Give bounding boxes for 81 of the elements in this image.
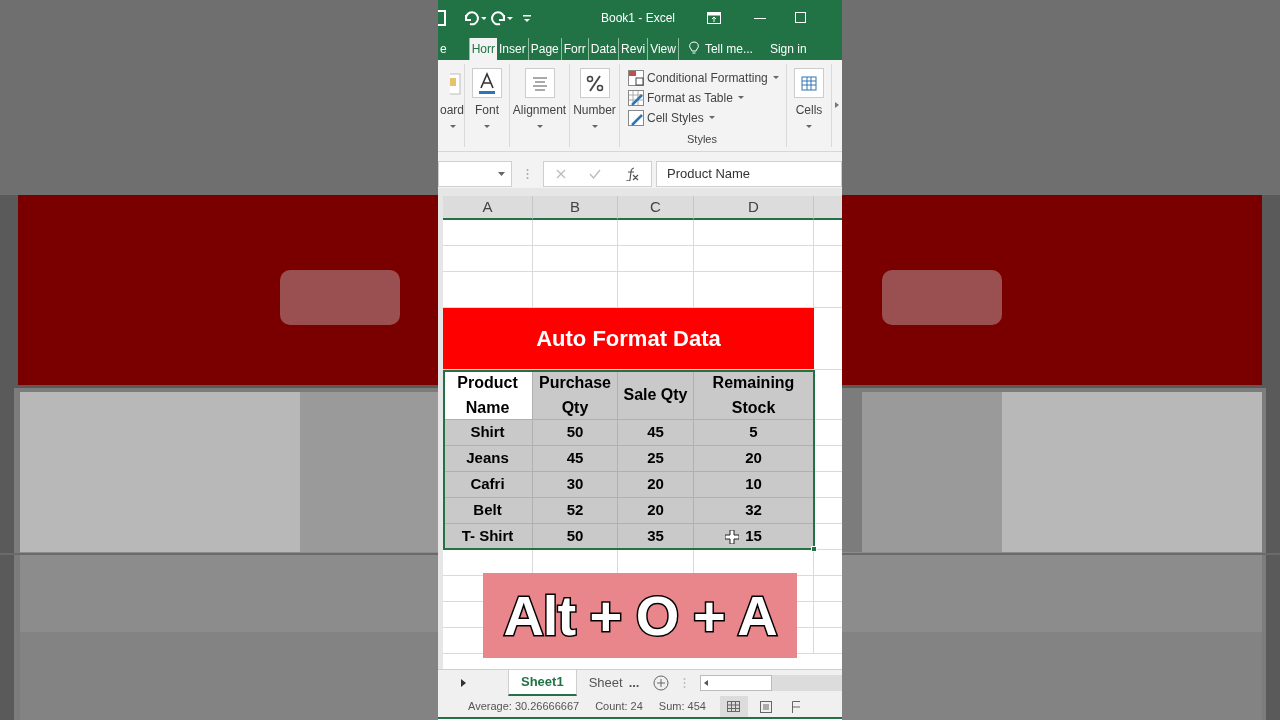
maximize-icon[interactable] [795,11,808,24]
table-cell-text: 10 [745,474,762,495]
page-break-icon[interactable] [791,700,800,713]
table-cell-text: Jeans [466,448,509,469]
sheet-tab[interactable]: Sheet [576,670,625,696]
font-color-icon[interactable] [472,68,502,98]
dropdown-caret-icon[interactable] [484,125,490,129]
shortcut-caption: Alt + O + A [483,573,797,658]
table-cell: Remaining Stock [694,370,814,420]
column-header[interactable]: D [694,196,814,220]
group-button-label[interactable]: Number [573,101,616,119]
table-cell: Sale Qty [618,370,694,420]
scroll-left-icon[interactable] [704,680,709,686]
group-button-label[interactable]: Cells [795,101,823,119]
group-button-label[interactable]: Font [475,101,499,119]
table-cell-text: 20 [647,500,664,521]
dropdown-caret-icon[interactable] [536,125,543,129]
scroll-right-icon[interactable] [835,102,839,108]
sign-in-link[interactable]: Sign in [769,38,807,60]
table-cell-text: 15 [745,526,762,547]
group-button-label[interactable]: oard [439,101,464,119]
insert-function-icon[interactable] [625,167,640,181]
table-cell-text: 35 [647,526,664,547]
table-cell-text: 50 [566,526,584,547]
table-cell-text: 50 [566,422,584,443]
cell-styles-icon [628,110,644,127]
table-cell-text: 45 [566,448,584,469]
styles-menu-item[interactable]: Cell Styles [628,108,786,129]
grip-icon [526,168,529,180]
table-cell-text: 45 [647,422,664,443]
styles-menu-item[interactable]: Conditional Formatting [628,68,786,89]
table-cell-text: 20 [745,448,762,469]
tell-me-field[interactable]: Tell me... [704,38,753,60]
window-title: Book1 - Excel [601,9,676,27]
status-average: Average: 30.26666667 [468,699,580,715]
table-cell-text: T- Shirt [461,526,514,547]
redo-icon[interactable] [490,9,514,26]
cells-icon[interactable] [794,68,824,98]
table-cell-text: 32 [745,500,762,521]
cell-cursor-icon [725,529,740,544]
table-cell-text: 30 [566,474,584,495]
styles-menu-item[interactable]: Format as Table [628,88,786,109]
table-cell-text: Belt [473,500,502,521]
table-cell-text: 25 [647,448,664,469]
ribbon-display-icon[interactable] [707,11,722,24]
table-cell: Purchase Qty [533,370,618,420]
dropdown-caret-icon[interactable] [450,125,456,129]
status-sum: Sum: 454 [658,699,706,715]
table-format-icon [628,90,644,107]
table-cell: Product Name [443,370,533,420]
status-count: Count: 24 [595,699,643,715]
column-header[interactable]: A [443,196,533,220]
fill-handle[interactable] [811,546,817,552]
column-header[interactable]: C [618,196,694,220]
horizontal-scrollbar[interactable] [700,675,773,691]
formula-input[interactable]: Product Name [656,161,842,187]
conditional-format-icon [628,70,644,87]
save-icon[interactable] [438,9,446,26]
dropdown-caret-icon[interactable] [498,172,505,176]
enter-check-icon[interactable] [589,169,602,179]
group-button-label[interactable]: Alignment [512,101,567,119]
group-label: Styles [687,131,718,147]
table-cell-text: Cafri [470,474,505,495]
lightbulb-icon [688,41,699,55]
undo-icon[interactable] [462,9,486,26]
table-cell-text: 20 [647,474,664,495]
more-sheets-button[interactable]: ... [628,670,640,696]
page-layout-icon[interactable] [759,700,772,713]
column-header[interactable]: B [533,196,618,220]
column-header[interactable] [814,196,842,220]
table-cell-text: 5 [749,422,758,443]
dropdown-caret-icon[interactable] [591,125,598,129]
percent-icon[interactable] [579,68,610,98]
table-cell-text: 52 [566,500,584,521]
table-title: Auto Format Data [443,308,814,370]
grid-icon [727,701,741,712]
normal-view-button[interactable] [719,696,748,717]
ribbon-tab[interactable]: Horr [469,38,498,60]
table-cell-text: Shirt [470,422,505,443]
sheet-tab[interactable]: Sheet1 [508,670,577,696]
dropdown-caret-icon[interactable] [806,125,812,129]
